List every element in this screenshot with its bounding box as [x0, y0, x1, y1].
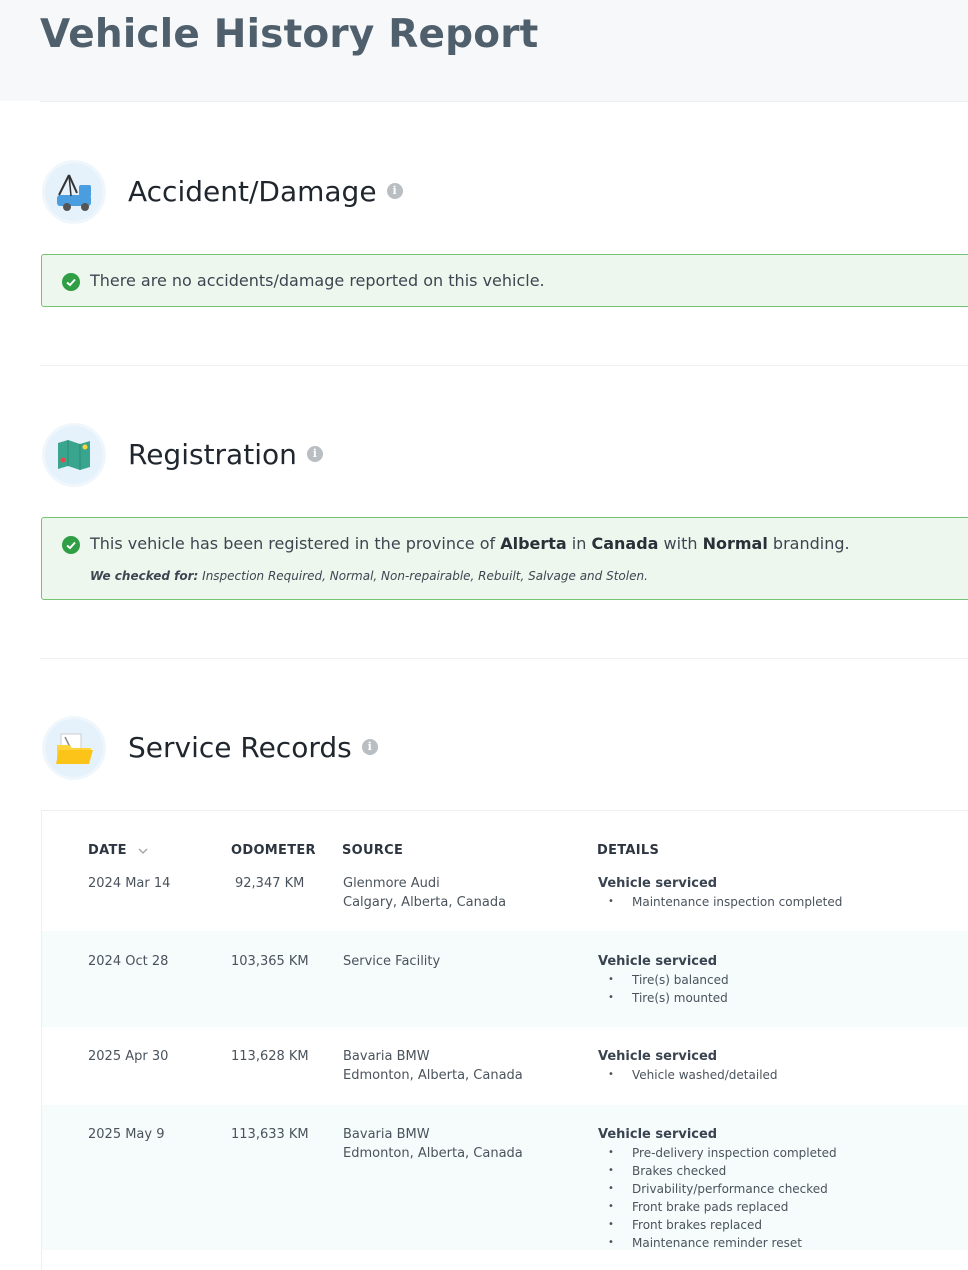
section-title-service: Service Records i — [128, 731, 378, 764]
detail-item: Vehicle washed/detailed — [598, 1066, 778, 1084]
detail-item: Front brake pads replaced — [598, 1198, 837, 1216]
record-source: Bavaria BMW Edmonton, Alberta, Canada — [343, 1049, 523, 1083]
column-header-source: SOURCE — [342, 843, 404, 858]
check-circle-icon — [62, 536, 80, 554]
divider — [40, 365, 968, 366]
detail-item: Drivability/performance checked — [598, 1180, 837, 1198]
detail-item: Brakes checked — [598, 1162, 837, 1180]
detail-item: Tire(s) balanced — [598, 971, 729, 989]
detail-item: Tire(s) mounted — [598, 989, 729, 1007]
record-odometer: 113,633 KM — [231, 1127, 309, 1142]
registration-alert: This vehicle has been registered in the … — [41, 517, 968, 600]
info-icon[interactable]: i — [386, 182, 403, 199]
column-header-date[interactable]: DATE — [88, 843, 148, 858]
tow-truck-icon — [45, 163, 103, 221]
record-odometer: 113,628 KM — [231, 1049, 309, 1064]
divider — [40, 101, 968, 102]
record-details: Vehicle serviced Maintenance inspection … — [598, 874, 842, 911]
folder-icon — [45, 719, 103, 777]
record-source: Glenmore Audi Calgary, Alberta, Canada — [343, 876, 507, 910]
detail-item: Maintenance reminder reset — [598, 1234, 837, 1252]
column-header-odometer: ODOMETER — [231, 843, 316, 858]
map-icon — [45, 426, 103, 484]
chevron-down-icon — [138, 843, 148, 858]
table-row-bg — [42, 931, 968, 1027]
checked-for-note: We checked for: Inspection Required, Nor… — [90, 569, 648, 583]
record-odometer: 103,365 KM — [231, 954, 309, 969]
record-source: Service Facility — [343, 954, 441, 969]
record-date: 2025 May 9 — [88, 1127, 165, 1142]
info-icon[interactable]: i — [361, 738, 378, 755]
record-source: Bavaria BMW Edmonton, Alberta, Canada — [343, 1127, 523, 1161]
record-details: Vehicle serviced Pre-delivery inspection… — [598, 1125, 837, 1252]
accident-alert: There are no accidents/damage reported o… — [41, 254, 968, 307]
record-details: Vehicle serviced Vehicle washed/detailed — [598, 1047, 778, 1084]
section-title-accident: Accident/Damage i — [128, 175, 403, 208]
registration-message: This vehicle has been registered in the … — [90, 534, 850, 553]
detail-item: Pre-delivery inspection completed — [598, 1144, 837, 1162]
record-date: 2024 Oct 28 — [88, 954, 169, 969]
column-header-details: DETAILS — [597, 843, 660, 858]
detail-item: Maintenance inspection completed — [598, 893, 842, 911]
info-icon[interactable]: i — [306, 445, 323, 462]
check-circle-icon — [62, 273, 80, 291]
accident-message: There are no accidents/damage reported o… — [90, 271, 545, 290]
section-title-registration: Registration i — [128, 438, 323, 471]
record-date: 2025 Apr 30 — [88, 1049, 169, 1064]
detail-item: Front brakes replaced — [598, 1216, 837, 1234]
record-details: Vehicle serviced Tire(s) balanced Tire(s… — [598, 952, 729, 1007]
page-title: Vehicle History Report — [40, 12, 539, 57]
record-odometer: 92,347 KM — [235, 876, 305, 891]
record-date: 2024 Mar 14 — [88, 876, 171, 891]
divider — [40, 658, 968, 659]
